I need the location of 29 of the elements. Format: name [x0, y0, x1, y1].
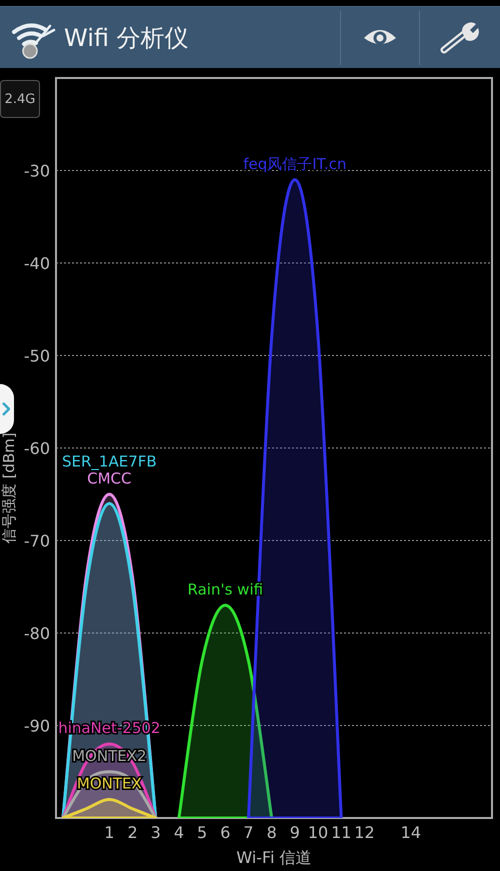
- x-tick-label: 12: [354, 823, 375, 842]
- x-tick-label: 6: [220, 823, 230, 842]
- x-tick-label: 4: [174, 823, 184, 842]
- x-tick-label: 8: [266, 823, 277, 842]
- y-tick-label: -90: [24, 716, 50, 736]
- wrench-icon: [440, 20, 480, 56]
- x-tick-label: 14: [400, 823, 421, 842]
- x-tick-label: 1: [104, 823, 114, 842]
- x-tick-label: 10: [308, 823, 328, 842]
- y-tick-label: -30: [24, 162, 50, 180]
- network-label: SER_1AE7FB: [62, 452, 157, 470]
- x-tick-label: 5: [197, 823, 208, 842]
- x-tick-label: 2: [127, 823, 138, 842]
- app-title: Wifi 分析仪: [64, 22, 190, 54]
- x-tick-label: 11: [331, 823, 352, 842]
- y-tick-label: -40: [24, 254, 50, 273]
- x-tick-label: 7: [243, 823, 254, 842]
- band-button[interactable]: 2.4G: [0, 80, 40, 118]
- chevron-icon: [2, 402, 10, 416]
- y-tick-label: -80: [24, 624, 50, 643]
- x-tick-label: 9: [290, 823, 300, 842]
- y-tick-label: -60: [24, 439, 50, 458]
- network-label: feq风信子IT.cn: [243, 154, 347, 173]
- x-axis-title: Wi-Fi 信道: [236, 848, 312, 867]
- y-tick-label: -70: [24, 532, 50, 550]
- network-label: CMCC: [87, 469, 132, 488]
- y-tick-label: -50: [24, 346, 50, 366]
- x-tick-label: 3: [150, 823, 161, 842]
- y-axis-title: 信号强度 [dBm]: [0, 432, 18, 544]
